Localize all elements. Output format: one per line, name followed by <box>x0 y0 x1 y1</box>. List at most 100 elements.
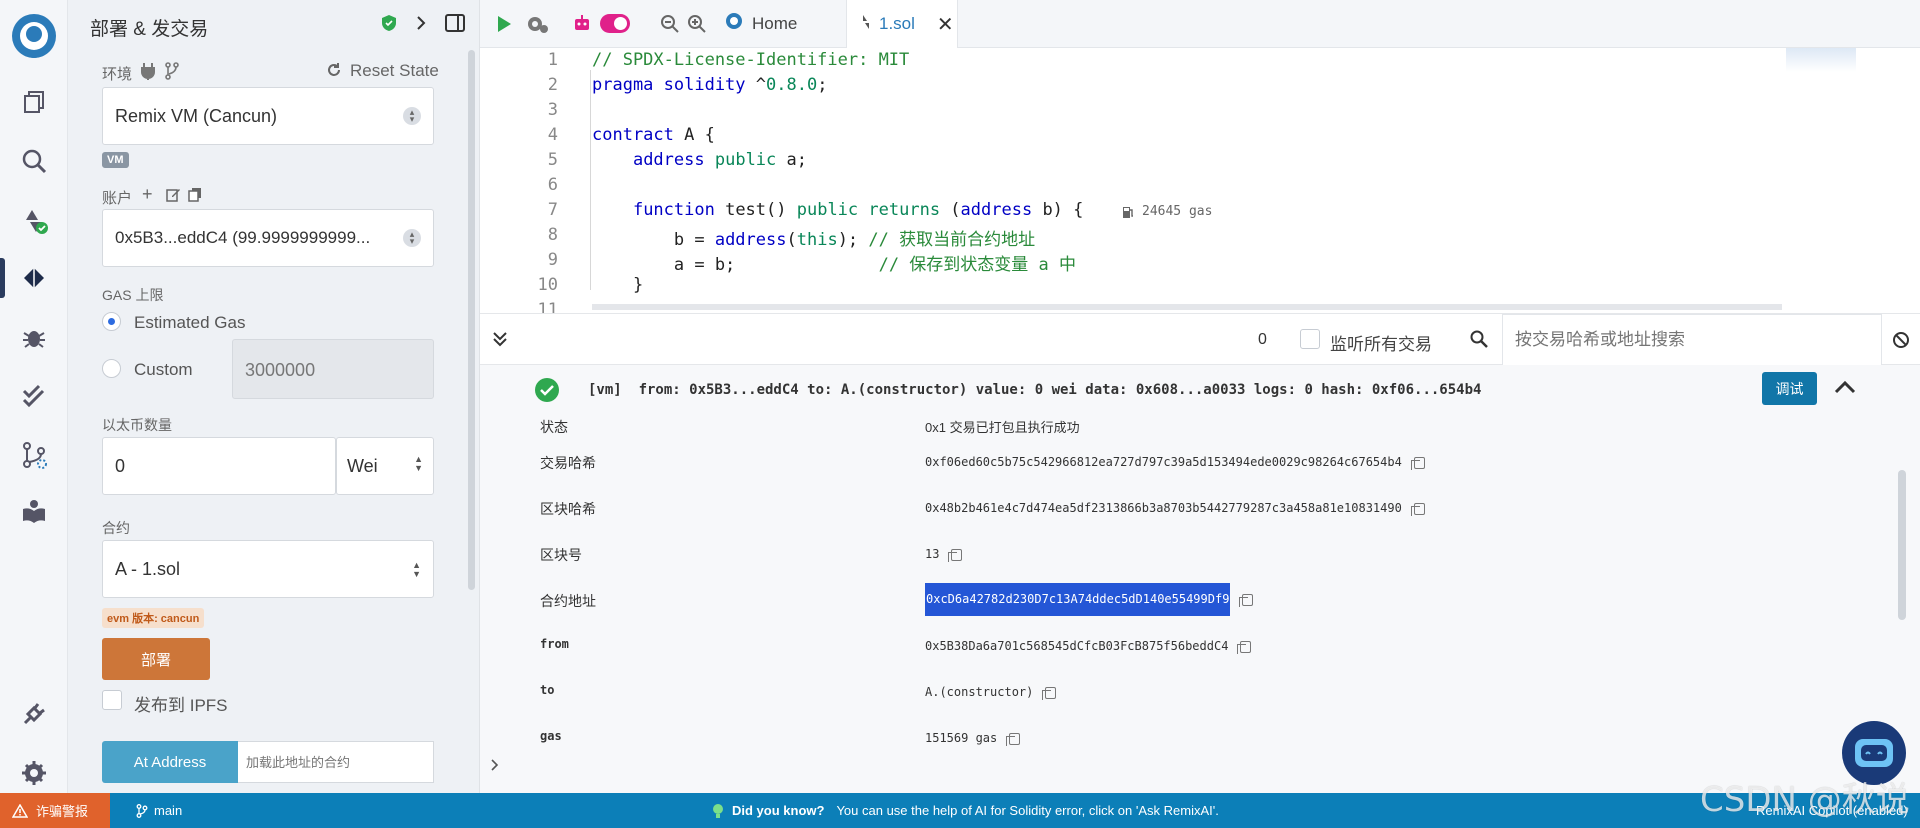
plugin-manager-icon[interactable] <box>14 694 54 734</box>
run-icon[interactable] <box>496 15 512 38</box>
at-address-button[interactable]: At Address <box>102 741 238 783</box>
solidity-compiler-icon[interactable] <box>14 200 54 240</box>
copy-icon[interactable] <box>1410 502 1425 516</box>
tab-file[interactable]: 1.sol ✕ <box>846 0 958 48</box>
line-number: 11 <box>537 300 558 313</box>
deploy-button[interactable]: 部署 <box>102 638 210 680</box>
custom-gas-radio[interactable] <box>102 359 121 378</box>
line-number: 9 <box>547 250 558 270</box>
status-value: 0x1 交易已打包且执行成功 <box>925 420 1080 435</box>
scam-alert[interactable]: 诈骗警报 <box>0 793 110 828</box>
listen-all-checkbox[interactable] <box>1300 329 1320 349</box>
estimated-gas-label: Estimated Gas <box>134 313 246 332</box>
watermark: CSDN @秋说 <box>1700 780 1910 820</box>
status-bar: 诈骗警报 main Did you know? You can use the … <box>0 793 1920 828</box>
line-number: 5 <box>547 150 558 170</box>
contract-select[interactable]: A - 1.sol ▲ ▼ <box>102 540 434 598</box>
copy-icon[interactable] <box>1410 456 1425 470</box>
gas-pump-icon <box>1122 204 1134 224</box>
estimated-gas-radio[interactable] <box>102 312 121 331</box>
chevron-up-icon[interactable] <box>1834 379 1856 399</box>
copy-icon[interactable] <box>1042 686 1057 700</box>
copy-icon[interactable] <box>1237 640 1252 654</box>
close-tab-icon[interactable]: ✕ <box>937 12 954 37</box>
chevron-right-icon[interactable] <box>415 15 427 36</box>
account-select[interactable]: 0x5B3...eddC4 (99.9999999999... ▴ ▾ <box>102 209 434 267</box>
code-line-5: address public a; <box>632 150 807 170</box>
status-key: 状态 <box>540 419 568 435</box>
learneth-icon[interactable] <box>14 491 54 531</box>
block-hash-row: 0x48b2b461e4c7d474ea5df2313866b3a8703b54… <box>925 501 1425 516</box>
line-number: 8 <box>547 225 558 245</box>
toggle-panel-icon[interactable] <box>445 14 465 37</box>
add-account-icon[interactable]: + <box>142 185 153 203</box>
gas-estimate-hint: 24645 gas <box>1142 204 1213 219</box>
panel-scrollbar[interactable] <box>468 50 475 590</box>
account-value: 0x5B3...eddC4 (99.9999999999... <box>115 228 371 247</box>
ai-robot-icon[interactable] <box>572 14 592 39</box>
line-number: 2 <box>547 75 558 95</box>
select-arrows-icon: ▲ ▼ <box>412 560 421 579</box>
code-line-4: contract A { <box>592 125 715 145</box>
copy-icon[interactable] <box>1239 593 1254 607</box>
publish-ipfs-checkbox[interactable] <box>102 690 122 710</box>
code-editor[interactable]: 1 2 3 4 5 6 7 8 9 10 11 // SPDX-License-… <box>480 48 1920 313</box>
search-icon[interactable] <box>14 141 54 181</box>
reset-icon[interactable] <box>326 62 342 83</box>
copy-account-icon[interactable] <box>188 187 202 207</box>
solidity-file-icon <box>861 14 871 35</box>
line-number: 10 <box>537 275 558 295</box>
terminal-toolbar: 0 监听所有交易 <box>480 313 1920 366</box>
tx-summary[interactable]: [vm] from: 0x5B3...eddC4 to: A.(construc… <box>588 382 1481 398</box>
editor-h-scrollbar[interactable] <box>592 304 1782 310</box>
pending-tx-count: 0 <box>1258 331 1267 348</box>
git-icon[interactable] <box>14 435 54 475</box>
to-row: A.(constructor) <box>925 685 1057 700</box>
deploy-run-icon[interactable] <box>14 258 54 298</box>
tab-home[interactable]: Home <box>712 0 840 48</box>
to-key: to <box>540 683 555 697</box>
unit-select[interactable]: Wei ▲ ▼ <box>336 437 434 495</box>
copy-icon[interactable] <box>948 548 963 562</box>
remix-logo-icon[interactable] <box>6 10 62 64</box>
debug-button[interactable]: 调试 <box>1762 372 1817 405</box>
collapse-terminal-icon[interactable] <box>492 330 508 353</box>
value-input[interactable]: 0 <box>102 437 336 495</box>
line-number: 4 <box>547 125 558 145</box>
clear-console-icon[interactable] <box>1892 331 1910 354</box>
ai-toggle-switch[interactable] <box>600 14 630 33</box>
robot-icon <box>1855 739 1893 767</box>
tip: Did you know? You can use the help of AI… <box>712 793 1219 828</box>
environment-select[interactable]: Remix VM (Cancun) ▴ ▾ <box>102 87 434 145</box>
zoom-in-icon[interactable] <box>687 14 707 39</box>
custom-gas-input[interactable]: 3000000 <box>232 339 434 399</box>
settings-gear-icon[interactable] <box>14 753 54 793</box>
run-settings-icon[interactable] <box>526 14 550 39</box>
copy-icon[interactable] <box>1006 732 1021 746</box>
prompt-chevron-icon[interactable] <box>490 757 500 776</box>
contract-address-value[interactable]: 0xcD6a42782d230D7c13A74ddec5dD140e55499D… <box>925 583 1231 616</box>
scam-alert-label: 诈骗警报 <box>36 804 89 819</box>
tab-file-label: 1.sol <box>879 14 915 33</box>
environment-label: 环境 <box>102 66 133 83</box>
tx-search-input[interactable] <box>1502 314 1882 366</box>
verified-shield-icon <box>381 14 397 37</box>
zoom-out-icon[interactable] <box>660 14 680 39</box>
lightbulb-icon <box>713 803 723 818</box>
git-branch[interactable]: main <box>136 793 182 828</box>
edit-icon[interactable] <box>166 187 181 207</box>
reset-state-button[interactable]: Reset State <box>350 61 439 81</box>
testing-icon[interactable] <box>14 376 54 416</box>
minimap[interactable] <box>1786 48 1856 72</box>
log-scrollbar[interactable] <box>1898 470 1906 620</box>
code-line-2: pragma solidity ^0.8.0; <box>592 75 828 95</box>
contract-value: A - 1.sol <box>115 558 181 579</box>
search-icon[interactable] <box>1470 330 1488 353</box>
active-indicator <box>0 258 5 298</box>
file-explorer-icon[interactable] <box>14 82 54 122</box>
at-address-input[interactable] <box>238 741 434 783</box>
debugger-icon[interactable] <box>14 317 54 357</box>
fork-icon[interactable] <box>164 62 180 85</box>
gas-row: 151569 gas <box>925 731 1021 746</box>
branch-name: main <box>154 803 183 818</box>
